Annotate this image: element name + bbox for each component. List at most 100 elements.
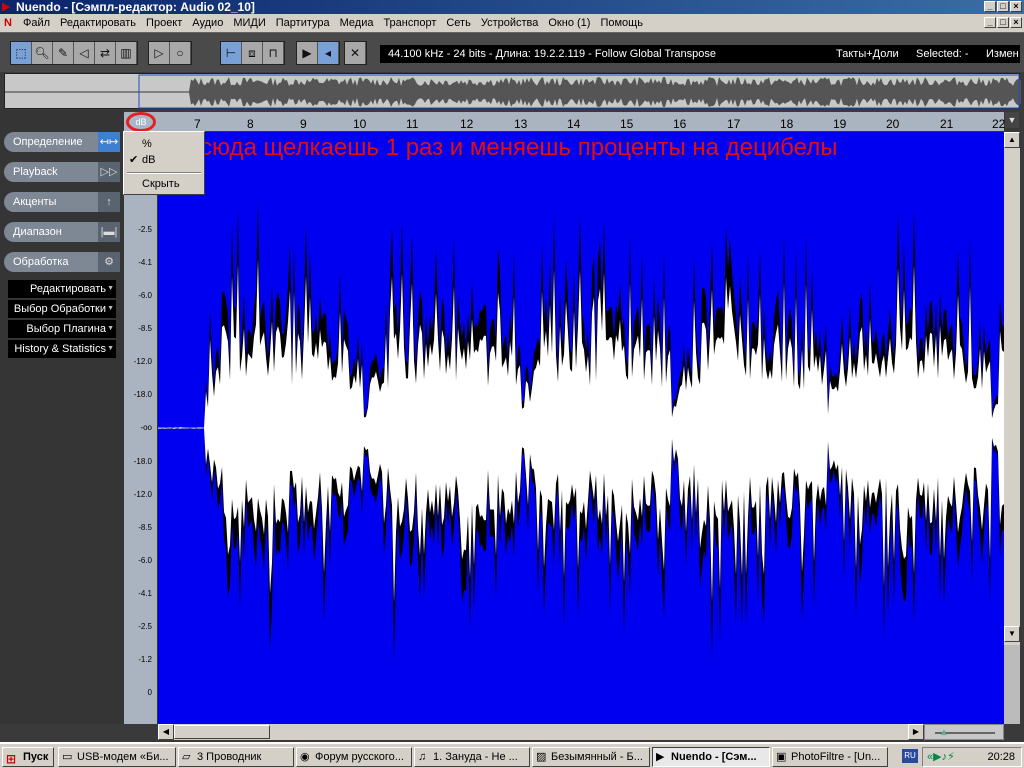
zoom-tool-icon[interactable]: 🔍︎ — [32, 42, 53, 64]
menu-file[interactable]: Файл — [18, 14, 55, 32]
zoom-thumb-icon[interactable]: ▲ — [939, 727, 949, 738]
scroll-right-icon[interactable]: ▶ — [908, 724, 924, 740]
tool-group-edit: ⬚ 🔍︎ ✎ ◁ ⇄ ▥ — [10, 41, 138, 65]
paint-icon: ▨ — [536, 751, 547, 763]
snap-region-icon[interactable]: ⧈ — [242, 42, 263, 64]
menu-edit[interactable]: Редактировать — [55, 14, 141, 32]
menu-item-db[interactable]: ✔ dB — [124, 152, 204, 168]
tool-group-zerox: ✕ — [344, 41, 367, 65]
inspector-tab-playback[interactable]: Playback ▷▷ — [4, 162, 120, 182]
doc-maximize-button[interactable]: □ — [997, 17, 1009, 28]
speaker-tool-icon[interactable]: ◁ — [74, 42, 95, 64]
menu-project[interactable]: Проект — [141, 14, 187, 32]
inspector-dropdown-history[interactable]: History & Statistics ▼ — [8, 340, 116, 358]
snap-start-icon[interactable]: ⊢ — [221, 42, 242, 64]
autoscroll-icon[interactable]: ◂ — [318, 42, 339, 64]
inspector-dropdown-process-select[interactable]: Выбор Обработки ▼ — [8, 300, 116, 318]
clock: 20:28 — [987, 751, 1015, 763]
pencil-tool-icon[interactable]: ✎ — [53, 42, 74, 64]
maximize-button[interactable]: □ — [997, 1, 1009, 12]
grid-tool-icon[interactable]: ▥ — [116, 42, 137, 64]
horizontal-zoom-slider[interactable]: ▲ — [924, 724, 1004, 740]
start-label: Пуск — [23, 751, 49, 763]
menu-window[interactable]: Окно (1) — [543, 14, 595, 32]
scroll-left-icon[interactable]: ◀ — [158, 724, 174, 740]
ruler-bar-label: 18 — [780, 117, 794, 131]
vertical-scrollbar[interactable]: ▲ ▼ — [1004, 132, 1020, 724]
file-info: 44.100 kHz - 24 bits - Длина: 19.2.2.119… — [388, 48, 716, 60]
scrub-tool-icon[interactable]: ⇄ — [95, 42, 116, 64]
zero-crossing-icon[interactable]: ✕ — [345, 42, 366, 64]
tool-group-play: ▷ ○ — [148, 41, 192, 65]
inspector-tab-range[interactable]: Диапазон |▬| — [4, 222, 120, 242]
follow-icon[interactable]: ▶ — [297, 42, 318, 64]
menu-audio[interactable]: Аудио — [187, 14, 228, 32]
horizontal-scroll-thumb[interactable] — [174, 725, 270, 739]
tool-group-snap: ⊢ ⧈ ⊓ — [220, 41, 285, 65]
menu-score[interactable]: Партитура — [271, 14, 335, 32]
scroll-down-icon[interactable]: ▼ — [1004, 626, 1020, 642]
inspector-tab-definition[interactable]: Определение ↤↦ — [4, 132, 120, 152]
scale-label: -1.2 — [138, 655, 152, 664]
menu-network[interactable]: Сеть — [441, 14, 475, 32]
play-icon[interactable]: ▷ — [149, 42, 170, 64]
ruler-bar-label: 19 — [833, 117, 847, 131]
taskbar-item-player[interactable]: ♫ 1. Зануда - Не ... — [414, 747, 530, 767]
inspector-dropdown-plugin-select[interactable]: Выбор Плагина ▼ — [8, 320, 116, 338]
menu-media[interactable]: Медиа — [335, 14, 379, 32]
snap-grid-icon[interactable]: ⊓ — [263, 42, 284, 64]
inspector-tab-label: Диапазон — [13, 226, 62, 238]
menu-help[interactable]: Помощь — [595, 14, 648, 32]
menu-midi[interactable]: МИДИ — [228, 14, 270, 32]
inspector-tab-process[interactable]: Обработка ⚙ — [4, 252, 120, 272]
menu-devices[interactable]: Устройства — [476, 14, 544, 32]
inspector-tab-accents[interactable]: Акценты ↑ — [4, 192, 120, 212]
close-button[interactable]: × — [1010, 1, 1022, 12]
taskbar-item-forum[interactable]: ◉ Форум русского... — [296, 747, 412, 767]
vertical-zoom-slider[interactable] — [1004, 645, 1020, 724]
scale-label: -8.5 — [138, 324, 152, 333]
waveform-display[interactable] — [158, 132, 1004, 724]
windows-flag-icon: ⊞ — [6, 752, 17, 766]
edit-display: Измен — [986, 48, 1019, 60]
task-label: Форум русского... — [315, 751, 404, 763]
ruler-bar-label: 7 — [194, 117, 201, 131]
menu-transport[interactable]: Транспорт — [378, 14, 441, 32]
loop-icon[interactable]: ○ — [170, 42, 191, 64]
inspector-tab-label: Playback — [13, 166, 58, 178]
tray-icons[interactable]: «▶♪⚡ — [927, 748, 955, 766]
ruler-bar-label: 20 — [886, 117, 900, 131]
taskbar-item-photofiltre[interactable]: ▣ PhotoFiltre - [Un... — [772, 747, 888, 767]
taskbar-item-paint[interactable]: ▨ Безымянный - Б... — [532, 747, 650, 767]
taskbar-item-explorer[interactable]: ▱ 3 Проводник — [178, 747, 294, 767]
ruler-options-chevron-down-icon[interactable]: ▼ — [1005, 112, 1019, 128]
menu-item-hide[interactable]: Скрыть — [124, 176, 204, 192]
selection-display: Selected: - — [916, 48, 969, 60]
timebase-display[interactable]: Такты+Доли — [836, 45, 899, 63]
menu-item-percent[interactable]: % — [124, 136, 204, 152]
doc-close-button[interactable]: × — [1010, 17, 1022, 28]
ruler-bar-label: 17 — [727, 117, 741, 131]
unit-context-menu: % ✔ dB Скрыть — [123, 131, 205, 195]
level-unit-button[interactable]: dB — [126, 112, 156, 132]
ruler-bar-label: 22 — [992, 117, 1006, 131]
doc-minimize-button[interactable]: _ — [984, 17, 996, 28]
scale-label: -18.0 — [133, 457, 152, 466]
language-indicator[interactable]: RU — [902, 749, 918, 763]
taskbar-item-modem[interactable]: ▭ USB-модем «Би... — [58, 747, 176, 767]
nuendo-app-icon[interactable]: ▶ — [2, 1, 13, 13]
accent-icon: ↑ — [98, 192, 120, 212]
document-icon[interactable]: N — [4, 14, 18, 32]
bar-ruler[interactable]: 7 8 9 10 11 12 13 14 15 16 17 18 19 20 2… — [158, 112, 1006, 132]
chevron-down-icon: ▼ — [107, 345, 114, 352]
minimize-button[interactable]: _ — [984, 1, 996, 12]
start-button[interactable]: ⊞ Пуск — [2, 747, 54, 767]
scroll-up-icon[interactable]: ▲ — [1004, 132, 1020, 148]
menu-bar: N Файл Редактировать Проект Аудио МИДИ П… — [0, 14, 1024, 32]
scale-label: -12.0 — [133, 490, 152, 499]
select-range-tool-icon[interactable]: ⬚ — [11, 42, 32, 64]
taskbar-item-nuendo[interactable]: ▶ Nuendo - [Сэм... — [652, 747, 770, 767]
horizontal-scrollbar[interactable]: ◀ ▶ — [158, 724, 924, 740]
inspector-dropdown-edit[interactable]: Редактировать ▼ — [8, 280, 116, 298]
waveform-overview[interactable] — [4, 73, 1021, 109]
